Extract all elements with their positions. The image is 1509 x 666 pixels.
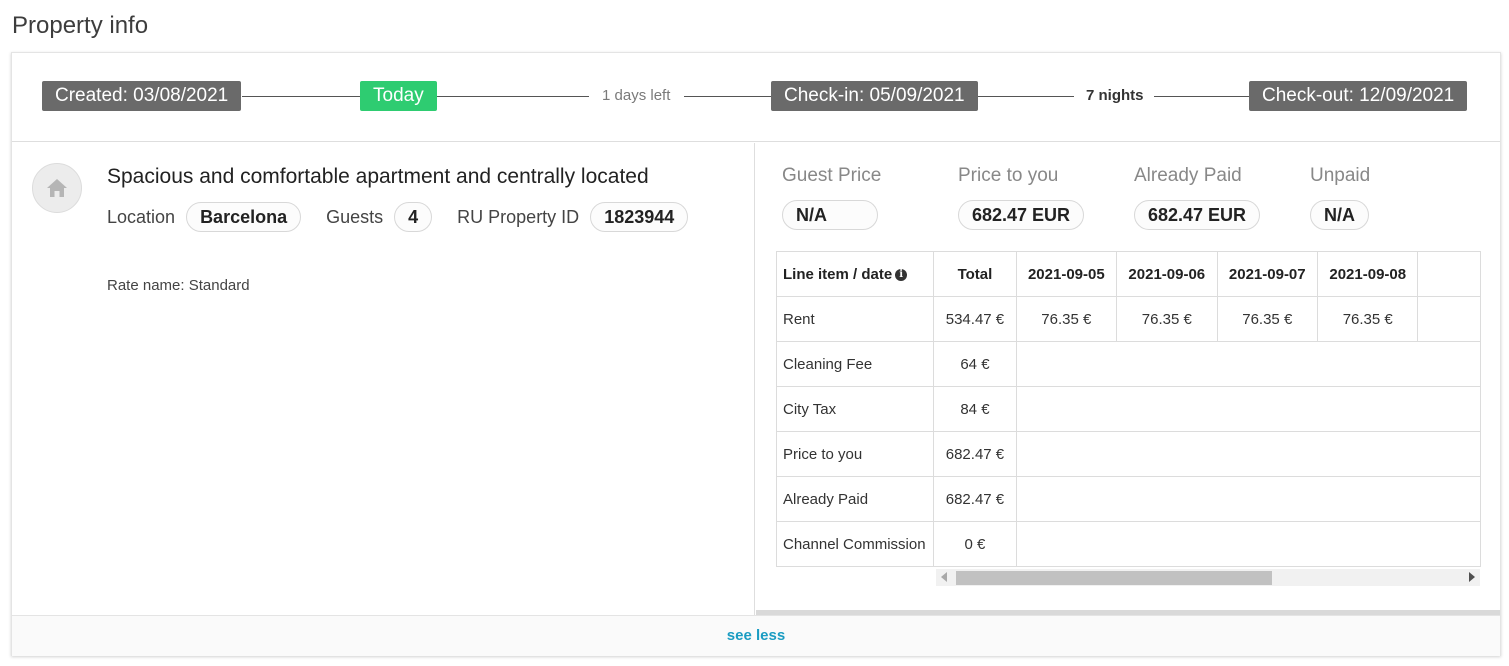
- row-total: 534.47 €: [933, 296, 1017, 342]
- day-value: 76.35 €: [1015, 296, 1118, 342]
- pricing-panel: Guest Price N/A Price to you 682.47 EUR …: [756, 143, 1500, 615]
- empty-days-cell: [1015, 476, 1481, 522]
- row-total: 0 €: [933, 521, 1017, 567]
- day-value: 76.35 €: [1116, 296, 1218, 342]
- column-header-line-item: Line item / date i: [776, 251, 935, 297]
- price-to-you-block: Price to you 682.47 EUR: [958, 165, 1085, 230]
- guest-price-value: N/A: [782, 200, 878, 230]
- day-value: 76.35 €: [1316, 296, 1419, 342]
- guest-price-label: Guest Price: [782, 165, 882, 186]
- table-header-row: Line item / date i Total 2021-09-05 2021-…: [776, 251, 1481, 297]
- scroll-right-arrow-icon[interactable]: [1469, 572, 1475, 582]
- timeline-line: [436, 96, 589, 97]
- booking-timeline: Created: 03/08/2021 Today 1 days left Ch…: [12, 53, 1500, 142]
- info-icon[interactable]: i: [895, 268, 908, 281]
- row-label: City Tax: [776, 386, 935, 432]
- timeline-line: [1154, 96, 1250, 97]
- day-value: [1417, 296, 1481, 342]
- price-breakdown-table-wrap[interactable]: Line item / date i Total 2021-09-05 2021-…: [776, 251, 1481, 567]
- table-row: City Tax 84 €: [776, 386, 1481, 432]
- row-label: Cleaning Fee: [776, 341, 935, 387]
- empty-days-cell: [1015, 431, 1481, 477]
- empty-days-cell: [1015, 341, 1481, 387]
- row-label: Channel Commission: [776, 521, 935, 567]
- see-less-link[interactable]: see less: [727, 627, 785, 644]
- home-icon: [47, 179, 67, 197]
- empty-days-cell: [1015, 386, 1481, 432]
- unpaid-block: Unpaid N/A: [1310, 165, 1370, 230]
- location-label: Location: [107, 206, 176, 227]
- page-title: Property info: [12, 12, 149, 39]
- table-row: Cleaning Fee 64 €: [776, 341, 1481, 387]
- table-row: Rent 534.47 € 76.35 € 76.35 € 76.35 € 76…: [776, 296, 1481, 342]
- column-header-date: 2021-09-06: [1116, 251, 1218, 297]
- location-pill: Barcelona: [186, 202, 302, 232]
- card-footer: see less: [12, 615, 1500, 656]
- column-header-date: [1417, 251, 1481, 297]
- column-header-date: 2021-09-07: [1216, 251, 1319, 297]
- row-total: 682.47 €: [933, 476, 1017, 522]
- timeline-line: [242, 96, 362, 97]
- row-label: Price to you: [776, 431, 935, 477]
- property-info-card: Created: 03/08/2021 Today 1 days left Ch…: [11, 52, 1501, 656]
- row-total: 682.47 €: [933, 431, 1017, 477]
- guest-price-block: Guest Price N/A: [782, 165, 881, 230]
- rate-name: Rate name: Standard: [107, 277, 250, 294]
- scroll-left-arrow-icon[interactable]: [941, 572, 947, 582]
- price-to-you-value: 682.47 EUR: [958, 200, 1085, 230]
- already-paid-label: Already Paid: [1134, 165, 1242, 186]
- table-row: Already Paid 682.47 €: [776, 476, 1481, 522]
- table-row: Price to you 682.47 €: [776, 431, 1481, 477]
- table-horizontal-scrollbar[interactable]: [936, 569, 1480, 586]
- row-label: Rent: [776, 296, 935, 342]
- today-badge: Today: [360, 81, 437, 111]
- day-value: 76.35 €: [1216, 296, 1319, 342]
- empty-days-cell: [1015, 521, 1481, 567]
- days-left-label: 1 days left: [602, 87, 671, 104]
- table-row: Channel Commission 0 €: [776, 521, 1481, 567]
- property-title: Spacious and comfortable apartment and c…: [107, 165, 649, 188]
- price-breakdown-table: Line item / date i Total 2021-09-05 2021-…: [776, 251, 1481, 567]
- checkin-badge: Check-in: 05/09/2021: [771, 81, 978, 111]
- column-header-date: 2021-09-08: [1316, 251, 1419, 297]
- price-to-you-label: Price to you: [958, 165, 1059, 186]
- property-details-panel: Spacious and comfortable apartment and c…: [12, 143, 755, 615]
- property-avatar: [32, 163, 82, 213]
- unpaid-value: N/A: [1310, 200, 1369, 230]
- unpaid-label: Unpaid: [1310, 165, 1371, 186]
- already-paid-value: 682.47 EUR: [1134, 200, 1261, 230]
- ru-property-id-pill: 1823944: [590, 202, 689, 232]
- row-total: 64 €: [933, 341, 1017, 387]
- ru-property-id-label: RU Property ID: [457, 206, 580, 227]
- column-header-date: 2021-09-05: [1015, 251, 1118, 297]
- column-header-total: Total: [933, 251, 1017, 297]
- nights-label: 7 nights: [1086, 87, 1144, 104]
- checkout-badge: Check-out: 12/09/2021: [1249, 81, 1468, 111]
- row-label: Already Paid: [776, 476, 935, 522]
- scrollbar-thumb[interactable]: [956, 571, 1272, 585]
- guests-pill: 4: [394, 202, 433, 232]
- timeline-line: [978, 96, 1074, 97]
- row-total: 84 €: [933, 386, 1017, 432]
- created-badge: Created: 03/08/2021: [42, 81, 242, 111]
- property-meta: Location Barcelona Guests 4 RU Property …: [107, 202, 689, 232]
- already-paid-block: Already Paid 682.47 EUR: [1134, 165, 1261, 230]
- guests-label: Guests: [326, 206, 384, 227]
- timeline-line: [684, 96, 772, 97]
